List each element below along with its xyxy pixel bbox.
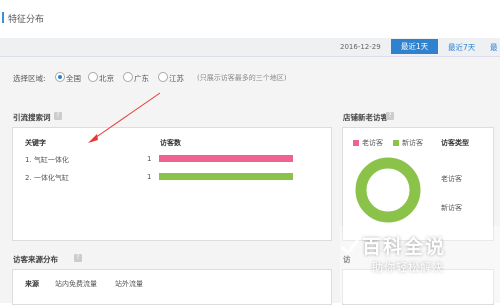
legend-old-label: 老访客 <box>362 139 383 147</box>
legend-new-label: 新访客 <box>402 139 423 147</box>
visitor-type-header: 访客类型 <box>441 139 469 147</box>
legend-new-swatch <box>393 140 399 146</box>
donut-new-segment <box>355 157 421 223</box>
tab-outer-traffic[interactable]: 站外流量 <box>115 279 143 289</box>
visitor-donut-chart <box>355 157 421 223</box>
watermark-check-icon <box>340 239 360 256</box>
watermark-subtitle: 助你轻松解决 <box>372 261 444 274</box>
visitor-types-help-icon[interactable]: ? <box>386 112 394 120</box>
visitor-type-new: 新访客 <box>441 204 462 212</box>
source-title: 访客来源分布 <box>13 255 58 264</box>
tab-inner-free-traffic[interactable]: 站内免费流量 <box>55 279 97 289</box>
watermark-title: 百科全说 <box>362 236 447 258</box>
legend-old-swatch <box>353 140 359 146</box>
visitor-types-title: 店铺新老访客 <box>343 113 388 122</box>
source-help-icon[interactable]: ? <box>74 254 82 262</box>
tab-source[interactable]: 来源 <box>25 279 39 289</box>
visitor-type-old: 老访客 <box>441 175 462 183</box>
